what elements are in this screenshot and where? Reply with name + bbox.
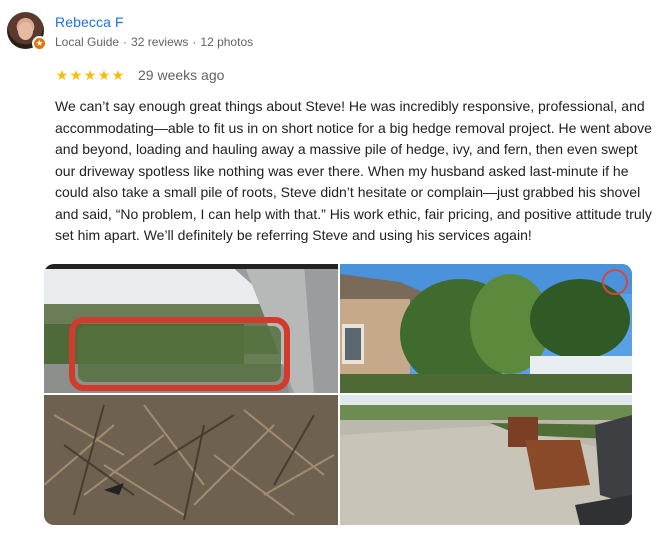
local-guide-star-icon: ★ — [32, 36, 47, 51]
meta-separator: · — [192, 35, 197, 49]
reviewer-avatar[interactable]: ★ — [7, 12, 47, 51]
review-photo-grid — [44, 264, 632, 525]
star-icon: ★ — [83, 67, 97, 83]
star-icon: ★ — [69, 67, 83, 83]
review-photo-3[interactable] — [44, 395, 338, 525]
review-photo-4[interactable] — [340, 395, 632, 525]
meta-separator: · — [123, 35, 128, 49]
star-rating: ★ ★ ★ ★ ★ — [55, 67, 125, 83]
star-icon: ★ — [97, 67, 111, 83]
review-photo-2[interactable] — [340, 264, 632, 393]
reviewer-review-count: 32 reviews — [131, 35, 189, 49]
avatar-face — [18, 22, 33, 40]
rating-row: ★ ★ ★ ★ ★ 29 weeks ago — [55, 66, 225, 84]
reviewer-photo-count: 12 photos — [200, 35, 254, 49]
reviewer-role: Local Guide — [55, 35, 120, 49]
star-icon: ★ — [111, 67, 125, 83]
star-icon: ★ — [55, 67, 69, 83]
review-text: We can’t say enough great things about S… — [55, 98, 652, 243]
review-time: 29 weeks ago — [138, 67, 225, 83]
review-photo-1[interactable] — [44, 264, 338, 393]
reviewer-name[interactable]: Rebecca F — [55, 14, 124, 30]
reviewer-meta: Local Guide · 32 reviews · 12 photos — [55, 35, 253, 49]
